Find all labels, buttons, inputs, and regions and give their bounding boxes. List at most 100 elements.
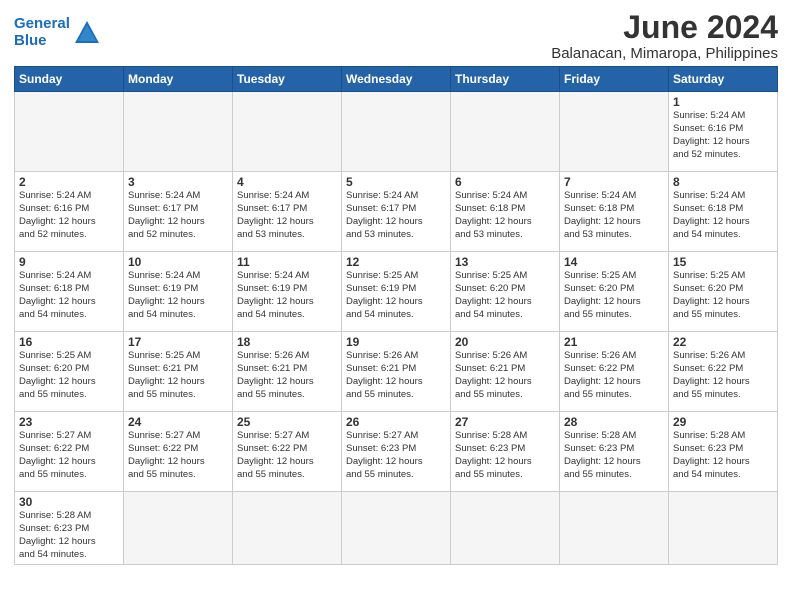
- day-header-sunday: Sunday: [15, 67, 124, 92]
- day-number: 11: [237, 255, 337, 269]
- day-number: 24: [128, 415, 228, 429]
- calendar-cell: [451, 92, 560, 172]
- day-number: 27: [455, 415, 555, 429]
- header: GeneralBlue June 2024 Balanacan, Mimarop…: [14, 10, 778, 62]
- day-info: Sunrise: 5:24 AM Sunset: 6:16 PM Dayligh…: [19, 190, 119, 241]
- day-info: Sunrise: 5:24 AM Sunset: 6:19 PM Dayligh…: [128, 270, 228, 321]
- calendar-cell: [124, 492, 233, 565]
- day-info: Sunrise: 5:26 AM Sunset: 6:22 PM Dayligh…: [564, 350, 664, 401]
- calendar-cell: [451, 492, 560, 565]
- calendar-cell: 28Sunrise: 5:28 AM Sunset: 6:23 PM Dayli…: [560, 412, 669, 492]
- day-info: Sunrise: 5:24 AM Sunset: 6:17 PM Dayligh…: [346, 190, 446, 241]
- day-number: 14: [564, 255, 664, 269]
- logo-icon: [73, 19, 101, 47]
- day-info: Sunrise: 5:25 AM Sunset: 6:19 PM Dayligh…: [346, 270, 446, 321]
- calendar-cell: 1Sunrise: 5:24 AM Sunset: 6:16 PM Daylig…: [669, 92, 778, 172]
- day-info: Sunrise: 5:28 AM Sunset: 6:23 PM Dayligh…: [455, 430, 555, 481]
- day-number: 10: [128, 255, 228, 269]
- day-number: 21: [564, 335, 664, 349]
- day-number: 30: [19, 495, 119, 509]
- calendar-cell: 21Sunrise: 5:26 AM Sunset: 6:22 PM Dayli…: [560, 332, 669, 412]
- calendar-cell: 8Sunrise: 5:24 AM Sunset: 6:18 PM Daylig…: [669, 172, 778, 252]
- day-number: 3: [128, 175, 228, 189]
- day-info: Sunrise: 5:24 AM Sunset: 6:18 PM Dayligh…: [455, 190, 555, 241]
- day-number: 19: [346, 335, 446, 349]
- day-number: 2: [19, 175, 119, 189]
- calendar-cell: [233, 92, 342, 172]
- logo: GeneralBlue: [14, 16, 101, 49]
- calendar-cell: 16Sunrise: 5:25 AM Sunset: 6:20 PM Dayli…: [15, 332, 124, 412]
- day-header-tuesday: Tuesday: [233, 67, 342, 92]
- day-header-friday: Friday: [560, 67, 669, 92]
- day-number: 1: [673, 95, 773, 109]
- day-info: Sunrise: 5:26 AM Sunset: 6:21 PM Dayligh…: [346, 350, 446, 401]
- calendar-cell: 3Sunrise: 5:24 AM Sunset: 6:17 PM Daylig…: [124, 172, 233, 252]
- day-info: Sunrise: 5:27 AM Sunset: 6:22 PM Dayligh…: [128, 430, 228, 481]
- calendar-header: SundayMondayTuesdayWednesdayThursdayFrid…: [15, 67, 778, 92]
- day-info: Sunrise: 5:24 AM Sunset: 6:18 PM Dayligh…: [19, 270, 119, 321]
- day-info: Sunrise: 5:28 AM Sunset: 6:23 PM Dayligh…: [673, 430, 773, 481]
- day-number: 13: [455, 255, 555, 269]
- day-number: 4: [237, 175, 337, 189]
- calendar-cell: 6Sunrise: 5:24 AM Sunset: 6:18 PM Daylig…: [451, 172, 560, 252]
- day-info: Sunrise: 5:25 AM Sunset: 6:20 PM Dayligh…: [455, 270, 555, 321]
- calendar-cell: 13Sunrise: 5:25 AM Sunset: 6:20 PM Dayli…: [451, 252, 560, 332]
- day-number: 25: [237, 415, 337, 429]
- calendar-cell: 18Sunrise: 5:26 AM Sunset: 6:21 PM Dayli…: [233, 332, 342, 412]
- calendar-cell: [560, 92, 669, 172]
- calendar-cell: 24Sunrise: 5:27 AM Sunset: 6:22 PM Dayli…: [124, 412, 233, 492]
- day-info: Sunrise: 5:25 AM Sunset: 6:20 PM Dayligh…: [564, 270, 664, 321]
- calendar-cell: 14Sunrise: 5:25 AM Sunset: 6:20 PM Dayli…: [560, 252, 669, 332]
- day-info: Sunrise: 5:25 AM Sunset: 6:20 PM Dayligh…: [19, 350, 119, 401]
- calendar-cell: [342, 492, 451, 565]
- day-number: 17: [128, 335, 228, 349]
- day-info: Sunrise: 5:26 AM Sunset: 6:21 PM Dayligh…: [455, 350, 555, 401]
- day-info: Sunrise: 5:24 AM Sunset: 6:17 PM Dayligh…: [237, 190, 337, 241]
- calendar-cell: 10Sunrise: 5:24 AM Sunset: 6:19 PM Dayli…: [124, 252, 233, 332]
- day-number: 16: [19, 335, 119, 349]
- day-number: 12: [346, 255, 446, 269]
- day-number: 28: [564, 415, 664, 429]
- calendar-cell: 15Sunrise: 5:25 AM Sunset: 6:20 PM Dayli…: [669, 252, 778, 332]
- calendar-cell: [342, 92, 451, 172]
- calendar-cell: [124, 92, 233, 172]
- calendar-cell: 27Sunrise: 5:28 AM Sunset: 6:23 PM Dayli…: [451, 412, 560, 492]
- day-info: Sunrise: 5:24 AM Sunset: 6:19 PM Dayligh…: [237, 270, 337, 321]
- day-header-wednesday: Wednesday: [342, 67, 451, 92]
- calendar-cell: 20Sunrise: 5:26 AM Sunset: 6:21 PM Dayli…: [451, 332, 560, 412]
- calendar-cell: 30Sunrise: 5:28 AM Sunset: 6:23 PM Dayli…: [15, 492, 124, 565]
- day-info: Sunrise: 5:24 AM Sunset: 6:18 PM Dayligh…: [673, 190, 773, 241]
- day-number: 8: [673, 175, 773, 189]
- day-info: Sunrise: 5:28 AM Sunset: 6:23 PM Dayligh…: [19, 510, 119, 561]
- day-info: Sunrise: 5:25 AM Sunset: 6:21 PM Dayligh…: [128, 350, 228, 401]
- day-number: 5: [346, 175, 446, 189]
- day-number: 9: [19, 255, 119, 269]
- calendar-cell: 25Sunrise: 5:27 AM Sunset: 6:22 PM Dayli…: [233, 412, 342, 492]
- calendar-cell: 12Sunrise: 5:25 AM Sunset: 6:19 PM Dayli…: [342, 252, 451, 332]
- calendar-cell: 26Sunrise: 5:27 AM Sunset: 6:23 PM Dayli…: [342, 412, 451, 492]
- calendar-cell: 17Sunrise: 5:25 AM Sunset: 6:21 PM Dayli…: [124, 332, 233, 412]
- day-number: 7: [564, 175, 664, 189]
- day-number: 18: [237, 335, 337, 349]
- calendar-table: SundayMondayTuesdayWednesdayThursdayFrid…: [14, 66, 778, 565]
- day-number: 20: [455, 335, 555, 349]
- day-info: Sunrise: 5:27 AM Sunset: 6:22 PM Dayligh…: [19, 430, 119, 481]
- calendar-cell: 29Sunrise: 5:28 AM Sunset: 6:23 PM Dayli…: [669, 412, 778, 492]
- day-info: Sunrise: 5:27 AM Sunset: 6:23 PM Dayligh…: [346, 430, 446, 481]
- day-number: 15: [673, 255, 773, 269]
- day-info: Sunrise: 5:27 AM Sunset: 6:22 PM Dayligh…: [237, 430, 337, 481]
- day-info: Sunrise: 5:26 AM Sunset: 6:22 PM Dayligh…: [673, 350, 773, 401]
- day-info: Sunrise: 5:24 AM Sunset: 6:17 PM Dayligh…: [128, 190, 228, 241]
- location-title: Balanacan, Mimaropa, Philippines: [551, 45, 778, 62]
- day-number: 22: [673, 335, 773, 349]
- calendar-cell: 11Sunrise: 5:24 AM Sunset: 6:19 PM Dayli…: [233, 252, 342, 332]
- day-number: 23: [19, 415, 119, 429]
- calendar-cell: 22Sunrise: 5:26 AM Sunset: 6:22 PM Dayli…: [669, 332, 778, 412]
- day-number: 26: [346, 415, 446, 429]
- month-title: June 2024: [551, 10, 778, 45]
- day-info: Sunrise: 5:26 AM Sunset: 6:21 PM Dayligh…: [237, 350, 337, 401]
- calendar-cell: 2Sunrise: 5:24 AM Sunset: 6:16 PM Daylig…: [15, 172, 124, 252]
- day-info: Sunrise: 5:24 AM Sunset: 6:16 PM Dayligh…: [673, 110, 773, 161]
- calendar-cell: 9Sunrise: 5:24 AM Sunset: 6:18 PM Daylig…: [15, 252, 124, 332]
- calendar-cell: [15, 92, 124, 172]
